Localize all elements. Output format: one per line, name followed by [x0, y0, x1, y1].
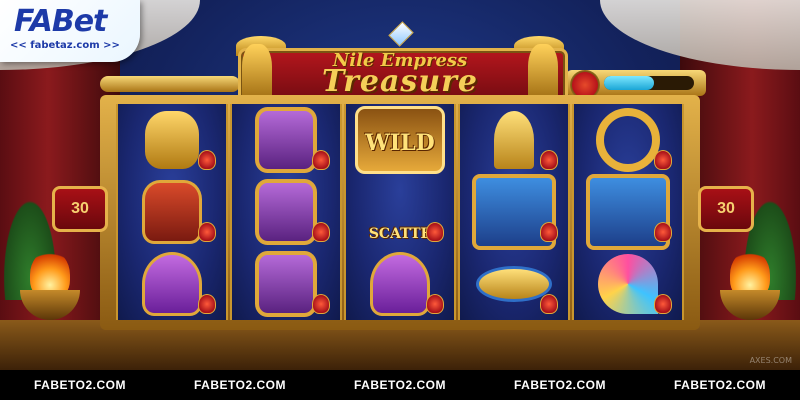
watermark-text: FABETO2.COM: [514, 378, 606, 392]
vulture-icon: [255, 107, 317, 173]
lotus-icon: [370, 252, 430, 316]
lines-badge-left: 30: [52, 186, 108, 232]
watermark-text: FABETO2.COM: [674, 378, 766, 392]
eye-icon: [476, 266, 552, 302]
logo-wordmark: FABet: [14, 4, 107, 39]
scarab-icon: [312, 294, 330, 314]
scarab-icon: [654, 294, 672, 314]
scarab-icon: [426, 222, 444, 242]
anubis-icon: [142, 180, 202, 244]
lines-badge-right: 30: [698, 186, 754, 232]
scarab-icon: [540, 294, 558, 314]
lotus-symbol: [118, 248, 226, 320]
fan-symbol: [574, 248, 682, 320]
bonus-progress-fill: [604, 76, 654, 90]
scarab-icon: [654, 150, 672, 170]
reel-1: [116, 104, 228, 320]
queen-symbol: [460, 174, 568, 250]
wild-symbol: WILD: [346, 104, 454, 176]
corner-watermark: AXES.COM: [749, 356, 792, 365]
scarab-icon: [540, 222, 558, 242]
lotus-symbol: [346, 248, 454, 320]
brand-logo[interactable]: FABet << fabetaz.com >>: [0, 0, 140, 62]
vulture-symbol: [232, 104, 340, 176]
scatter-label: SCATTE: [368, 226, 432, 242]
ring-symbol: [574, 104, 682, 176]
bast-symbol: [118, 104, 226, 176]
scarab-icon: [198, 294, 216, 314]
scarab-icon: [198, 150, 216, 170]
watermark-text: FABETO2.COM: [354, 378, 446, 392]
ring-icon: [596, 108, 660, 172]
scarab-icon: [198, 222, 216, 242]
bonus-progress-bar: [604, 76, 694, 90]
watermark-footer: FABETO2.COM FABETO2.COM FABETO2.COM FABE…: [0, 370, 800, 400]
eye-symbol: [460, 248, 568, 320]
wild-label: WILD: [365, 130, 435, 156]
ankh-icon: [494, 111, 534, 169]
reel-4: [458, 104, 570, 320]
watermark-text: FABETO2.COM: [34, 378, 126, 392]
reel-2: [230, 104, 342, 320]
game-scene: FABet << fabetaz.com >> Nile Empress Tre…: [0, 0, 800, 400]
queen-symbol: [574, 174, 682, 250]
scarab-icon: [654, 222, 672, 242]
vulture-symbol: [232, 248, 340, 320]
vulture-symbol: [232, 176, 340, 248]
reel-5: [572, 104, 684, 320]
fan-icon: [598, 254, 658, 314]
logo-subtitle: << fabetaz.com >>: [10, 40, 120, 51]
left-gold-bar: [100, 76, 240, 92]
scarab-icon: [426, 294, 444, 314]
scatter-symbol: SCATTE: [346, 176, 454, 248]
scarab-icon: [312, 150, 330, 170]
diamond-gem-icon: [388, 21, 414, 47]
vulture-icon: [255, 179, 317, 245]
lotus-icon: [142, 252, 202, 316]
bast-icon: [145, 111, 199, 169]
scarab-icon: [312, 222, 330, 242]
watermark-text: FABETO2.COM: [194, 378, 286, 392]
game-title-line2: Treasure: [321, 64, 479, 99]
reel-3: WILD SCATTE: [344, 104, 456, 320]
ankh-symbol: [460, 104, 568, 176]
vulture-icon: [255, 251, 317, 317]
anubis-symbol: [118, 176, 226, 248]
scarab-icon: [540, 150, 558, 170]
right-drape: [600, 0, 800, 70]
